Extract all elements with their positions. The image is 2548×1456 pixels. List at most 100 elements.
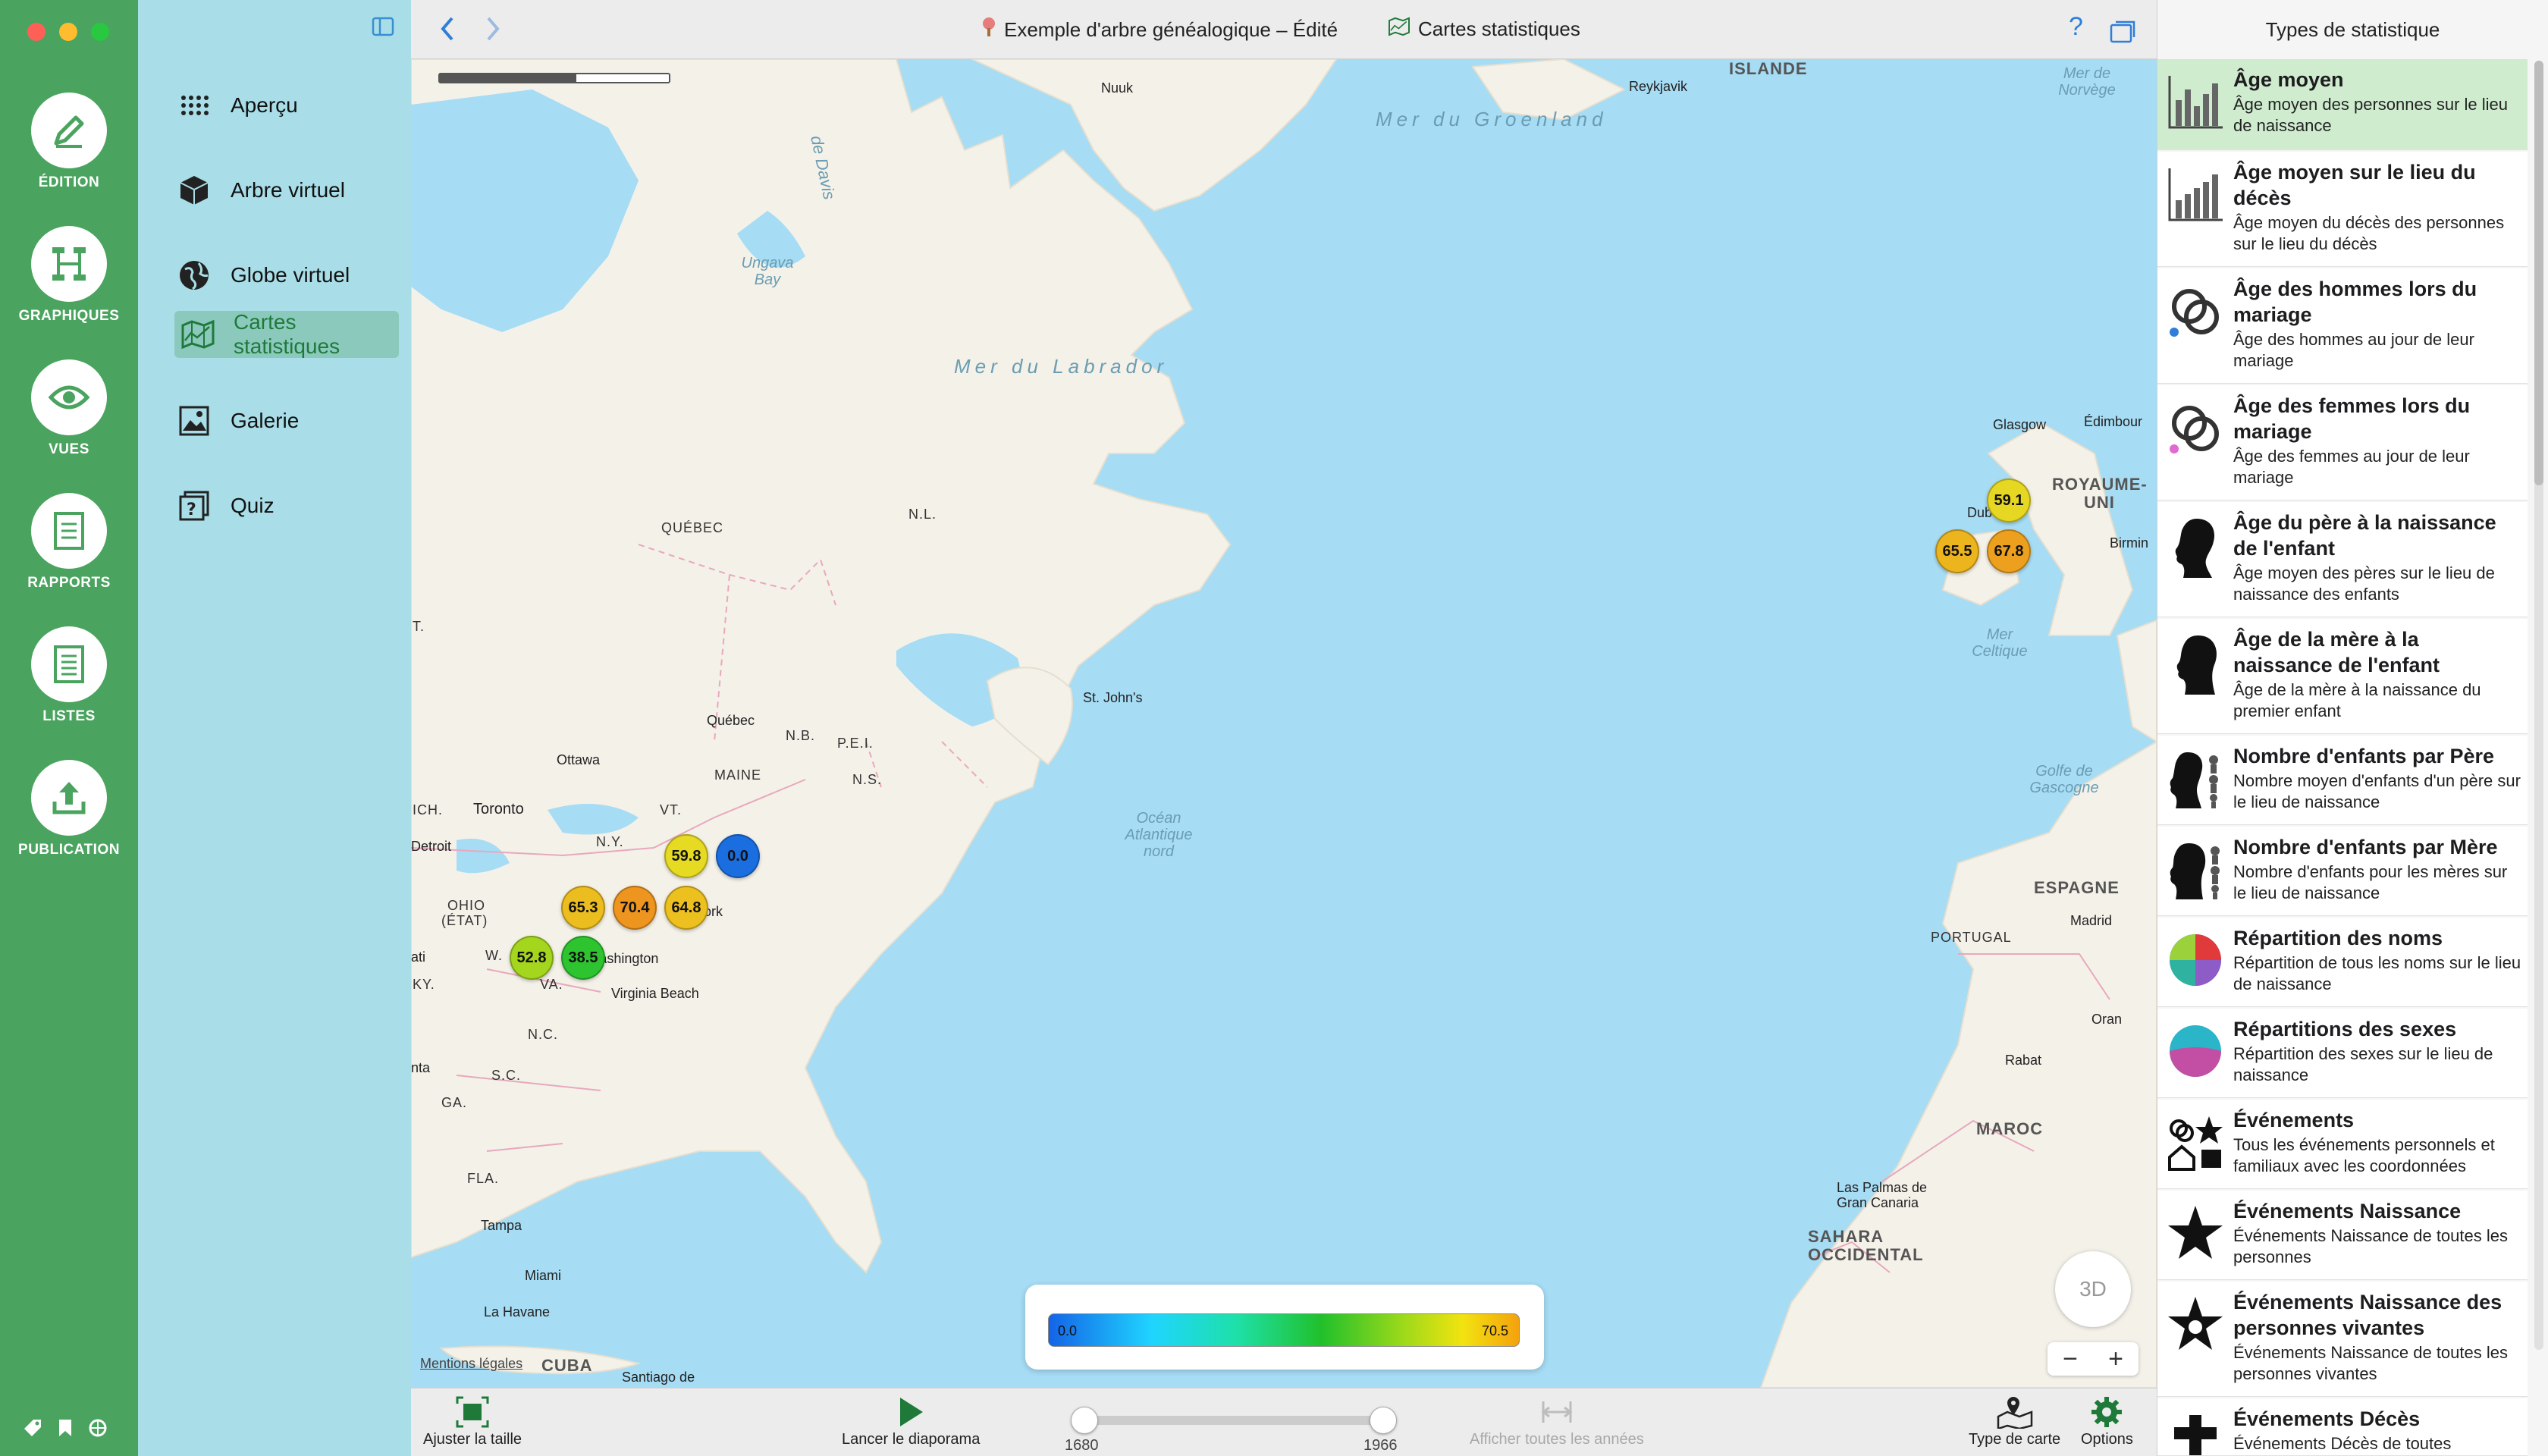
- bar-chart-icon: [2157, 152, 2233, 223]
- stat-bubble[interactable]: 0.0: [716, 834, 760, 878]
- range-icon: [1470, 1393, 1644, 1431]
- stat-type-repartition-sexes[interactable]: Répartitions des sexes Répartition des se…: [2157, 1009, 2528, 1098]
- rail-publication[interactable]: PUBLICATION: [0, 760, 138, 858]
- rail-edition[interactable]: ÉDITION: [0, 93, 138, 191]
- bottom-toolbar: Ajuster la taille Lancer le diaporama 16…: [411, 1388, 2157, 1456]
- city-label: Gran Canaria: [1837, 1195, 1919, 1210]
- show-all-years-button[interactable]: Afficher toutes les années: [1470, 1393, 1644, 1448]
- nav-item-quiz[interactable]: ? Quiz: [176, 482, 275, 529]
- compass-3d-button[interactable]: 3D: [2055, 1251, 2131, 1327]
- year-start-knob[interactable]: [1071, 1407, 1098, 1434]
- stat-type-age-pere[interactable]: Âge du père à la naissance de l'enfant Âg…: [2157, 502, 2528, 617]
- statistic-types-panel: Types de statistique Âge moyen Âge moyen …: [2157, 0, 2548, 1456]
- year-range-slider[interactable]: 1680 1966: [1065, 1407, 1398, 1454]
- stat-title: Répartitions des sexes: [2233, 1018, 2457, 1040]
- stat-type-naissance-vivantes[interactable]: Événements Naissance des personnes vivan…: [2157, 1282, 2528, 1397]
- stat-title: Âge moyen sur le lieu du décès: [2233, 161, 2476, 209]
- stat-bubble[interactable]: 65.5: [1935, 529, 1979, 573]
- fit-size-button[interactable]: Ajuster la taille: [423, 1393, 522, 1448]
- nav-item-apercu[interactable]: Aperçu: [176, 82, 298, 129]
- stat-type-age-deces[interactable]: Âge moyen sur le lieu du décès Âge moyen …: [2157, 152, 2528, 267]
- star-outline-icon: [2157, 1282, 2233, 1353]
- sea-label: Gascogne: [2029, 780, 2099, 796]
- stat-type-repartition-noms[interactable]: Répartition des noms Répartition de tous …: [2157, 918, 2528, 1007]
- bookmark-icon[interactable]: [58, 1418, 73, 1439]
- stat-type-evenements[interactable]: Événements Tous les événements personnels…: [2157, 1100, 2528, 1189]
- tag-icon[interactable]: [23, 1418, 42, 1439]
- stat-bubble[interactable]: 67.8: [1987, 529, 2031, 573]
- panel-scrollbar[interactable]: [2534, 61, 2543, 1350]
- gallery-icon: [176, 403, 212, 439]
- help-button[interactable]: ?: [2069, 12, 2083, 42]
- view-title: Cartes statistiques: [1388, 17, 1580, 42]
- city-label: Virginia Beach: [611, 986, 699, 1001]
- year-end-knob[interactable]: [1370, 1407, 1397, 1434]
- stat-type-naissance[interactable]: Événements Naissance Événements Naissance…: [2157, 1191, 2528, 1280]
- stat-desc: Âge des hommes au jour de leur mariage: [2233, 330, 2474, 370]
- play-icon: [842, 1393, 980, 1431]
- stat-desc: Tous les événements personnels et famili…: [2233, 1135, 2495, 1175]
- city-label: ati: [411, 949, 426, 965]
- nav-item-galerie[interactable]: Galerie: [176, 397, 299, 444]
- view-title-text: Cartes statistiques: [1418, 17, 1580, 40]
- city-label: Nuuk: [1101, 80, 1134, 96]
- window-layout-icon[interactable]: [2110, 17, 2135, 51]
- zoom-out-button[interactable]: −: [2048, 1342, 2093, 1376]
- stat-desc: Répartition des sexes sur le lieu de nai…: [2233, 1044, 2493, 1084]
- stat-title: Événements Naissance des personnes vivan…: [2233, 1291, 2502, 1339]
- back-button[interactable]: [438, 14, 457, 52]
- zoom-window-button[interactable]: [91, 23, 109, 41]
- stat-bubble[interactable]: 64.8: [664, 886, 708, 930]
- map-type-button[interactable]: Type de carte: [1969, 1393, 2060, 1448]
- stat-type-age-mere[interactable]: Âge de la mère à la naissance de l'enfan…: [2157, 619, 2528, 734]
- female-silhouette-icon: [2157, 619, 2233, 698]
- region-label: VA.: [540, 977, 563, 992]
- stat-desc: Âge moyen des personnes sur le lieu de n…: [2233, 95, 2508, 135]
- sidebar-toggle-icon[interactable]: [372, 17, 394, 40]
- stat-bubble[interactable]: 70.4: [613, 886, 657, 930]
- options-button[interactable]: Options: [2081, 1393, 2133, 1448]
- nav-item-cartes-statistiques[interactable]: Cartes statistiques: [174, 310, 399, 358]
- stat-bubble[interactable]: 59.8: [664, 834, 708, 878]
- rail-graphiques-label: GRAPHIQUES: [18, 308, 120, 324]
- stat-type-enfants-mere[interactable]: Nombre d'enfants par Mère Nombre d'enfant…: [2157, 827, 2528, 916]
- legal-link[interactable]: Mentions légales: [420, 1356, 522, 1372]
- year-end-label: 1966: [1363, 1437, 1398, 1454]
- quiz-icon: ?: [176, 488, 212, 524]
- city-label: Toronto: [473, 801, 524, 817]
- city-label: Glasgow: [1993, 417, 2047, 432]
- rail-publication-label: PUBLICATION: [18, 842, 120, 858]
- document-title: Exemple d'arbre généalogique – Édité: [981, 17, 1338, 43]
- region-label: ESPAGNE: [2034, 878, 2120, 897]
- rail-rapports[interactable]: RAPPORTS: [0, 493, 138, 592]
- rail-listes[interactable]: LISTES: [0, 626, 138, 725]
- stat-type-deces[interactable]: Événements Décès Événements Décès de tout…: [2157, 1398, 2528, 1456]
- stat-bubble[interactable]: 65.3: [561, 886, 605, 930]
- minimize-window-button[interactable]: [59, 23, 77, 41]
- stat-desc: Répartition de tous les noms sur le lieu…: [2233, 953, 2521, 993]
- stat-type-age-moyen[interactable]: Âge moyen Âge moyen des personnes sur le …: [2157, 59, 2528, 150]
- nav-item-globe-virtuel[interactable]: Globe virtuel: [176, 252, 350, 299]
- stat-type-enfants-pere[interactable]: Nombre d'enfants par Père Nombre moyen d'…: [2157, 736, 2528, 825]
- nav-item-arbre-virtuel[interactable]: Arbre virtuel: [176, 167, 345, 214]
- rail-graphiques[interactable]: GRAPHIQUES: [0, 226, 138, 325]
- stat-title: Âge de la mère à la naissance de l'enfan…: [2233, 628, 2440, 676]
- statistics-map[interactable]: Mer du Groenland Mer du Labrador Océan A…: [411, 59, 2157, 1388]
- close-window-button[interactable]: [27, 23, 46, 41]
- region-label: ISLANDE: [1729, 59, 1808, 78]
- forward-button[interactable]: [484, 14, 502, 52]
- zoom-in-button[interactable]: +: [2093, 1342, 2138, 1376]
- slideshow-button[interactable]: Lancer le diaporama: [842, 1393, 980, 1448]
- stat-bubble[interactable]: 59.1: [1987, 479, 2031, 522]
- stat-type-age-hommes-mariage[interactable]: Âge des hommes lors du mariage Âge des ho…: [2157, 268, 2528, 384]
- stat-title: Âge du père à la naissance de l'enfant: [2233, 511, 2496, 560]
- nav-item-label: Globe virtuel: [231, 263, 350, 287]
- sea-label: Ungava: [741, 255, 794, 271]
- stat-bubble[interactable]: 52.8: [510, 936, 554, 980]
- cross-icon: [2157, 1398, 2233, 1455]
- stat-bubble[interactable]: 38.5: [561, 936, 605, 980]
- web-search-icon[interactable]: [88, 1418, 109, 1439]
- region-label: P.E.I.: [837, 736, 874, 751]
- rail-vues[interactable]: VUES: [0, 359, 138, 458]
- stat-type-age-femmes-mariage[interactable]: Âge des femmes lors du mariage Âge des fe…: [2157, 385, 2528, 500]
